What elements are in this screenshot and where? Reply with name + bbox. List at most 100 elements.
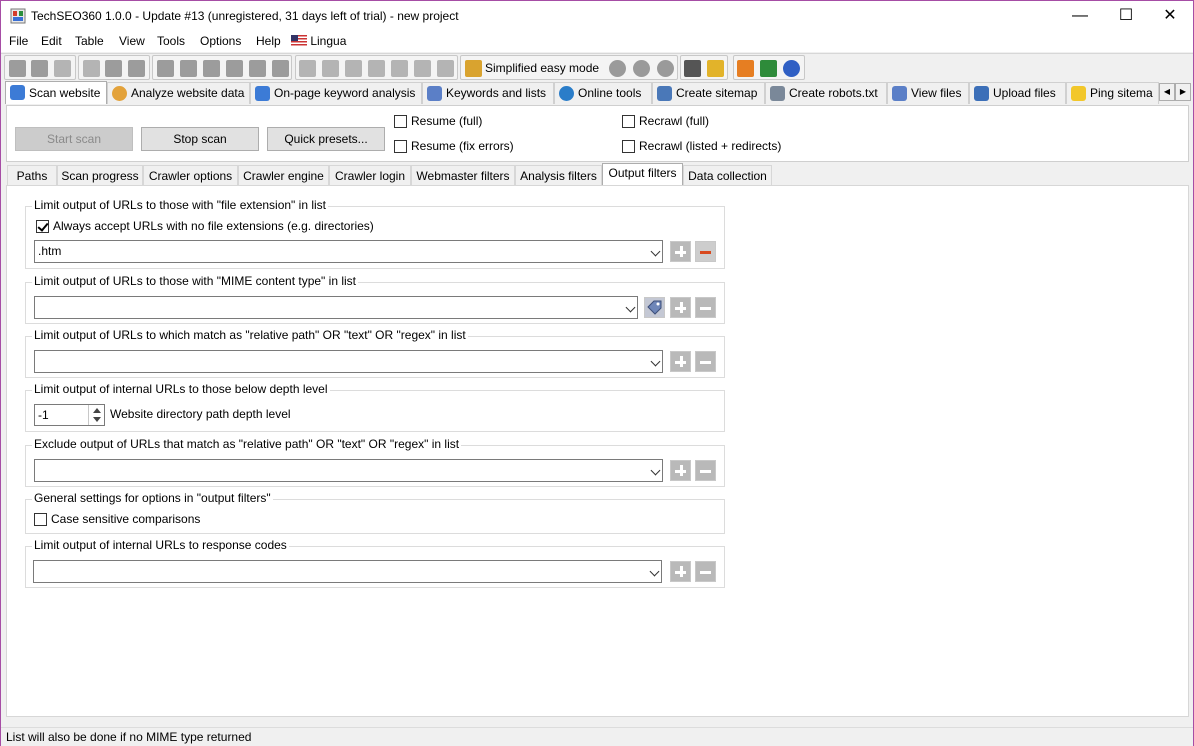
cut-icon[interactable] [157,60,174,77]
subtab-scan-progress[interactable]: Scan progress [57,165,143,186]
subtab-analysis-filters[interactable]: Analysis filters [515,165,602,186]
subtab-crawler-options[interactable]: Crawler options [143,165,238,186]
subtab-crawler-engine[interactable]: Crawler engine [238,165,329,186]
find-icon[interactable] [249,60,266,77]
new-icon[interactable] [9,60,26,77]
settings-icon[interactable] [105,60,122,77]
checkbox[interactable] [34,513,47,526]
undo-icon[interactable] [226,60,243,77]
tab-ping-sitemap[interactable]: Ping sitema [1066,82,1159,104]
tab-scan-website[interactable]: Scan website [5,81,107,104]
tab-create-sitemap[interactable]: Create sitemap [652,82,765,104]
find-next-icon[interactable] [272,60,289,77]
maximize-button[interactable]: ☐ [1103,1,1149,31]
tree-expand-icon[interactable] [322,60,339,77]
copy-project-icon[interactable] [83,60,100,77]
exclude-combo[interactable] [34,459,663,482]
subtab-data-collection[interactable]: Data collection [683,165,772,186]
minimize-button[interactable]: — [1057,1,1103,31]
checkbox[interactable] [394,140,407,153]
chevron-down-icon[interactable] [650,246,661,257]
share-icon[interactable] [760,60,777,77]
tree-sort-icon[interactable] [437,60,454,77]
tree-collapse-icon[interactable] [299,60,316,77]
subtab-paths[interactable]: Paths [7,165,57,186]
toolbar-group-mode: Simplified easy mode [460,55,678,80]
add-response-code-button[interactable] [670,561,691,582]
remove-response-code-button[interactable] [695,561,716,582]
app-window: TechSEO360 1.0.0 - Update #13 (unregiste… [0,0,1194,746]
depth-level-spinner[interactable]: -1 [34,404,105,426]
copy-icon[interactable] [180,60,197,77]
subtab-output-filters[interactable]: Output filters [602,163,683,186]
tree-move-icon[interactable] [368,60,385,77]
paste-icon[interactable] [128,60,145,77]
file-extension-group: Limit output of URLs to those with "file… [25,198,725,269]
tree-select-icon[interactable] [345,60,362,77]
cart-icon[interactable] [684,60,701,77]
stop-scan-button[interactable]: Stop scan [141,127,259,151]
tree-remove-icon[interactable] [414,60,431,77]
mime-type-combo[interactable] [34,296,638,319]
checkbox[interactable] [622,115,635,128]
menu-view[interactable]: View [119,34,145,48]
toolbar-group-tree [295,55,458,80]
wizard-icon[interactable] [465,60,482,77]
spin-down-icon[interactable] [93,417,101,422]
relative-path-combo[interactable] [34,350,663,373]
chevron-down-icon[interactable] [650,356,661,367]
remove-relative-path-button[interactable] [695,351,716,372]
subtab-webmaster-filters[interactable]: Webmaster filters [411,165,515,186]
tab-upload-files[interactable]: Upload files [969,82,1066,104]
response-codes-combo[interactable] [33,560,662,583]
file-extension-combo[interactable]: .htm [34,240,663,263]
add-exclude-button[interactable] [670,460,691,481]
paste-icon[interactable] [203,60,220,77]
menu-table[interactable]: Table [75,34,104,48]
menu-file[interactable]: File [9,34,28,48]
subtab-crawler-login[interactable]: Crawler login [329,165,411,186]
help-icon[interactable] [783,60,800,77]
quick-presets-button[interactable]: Quick presets... [267,127,385,151]
tab-keywords-and-lists[interactable]: Keywords and lists [422,82,554,104]
checkbox[interactable] [36,220,49,233]
tab-keyword-analysis[interactable]: On-page keyword analysis [250,82,422,104]
tab-analyze-website-data[interactable]: Analyze website data [107,82,250,104]
key-icon[interactable] [707,60,724,77]
open-icon[interactable] [31,60,48,77]
tab-online-tools[interactable]: Online tools [554,82,652,104]
tab-create-robots[interactable]: Create robots.txt [765,82,887,104]
menu-help[interactable]: Help [256,34,281,48]
record-icon[interactable] [609,60,626,77]
stop-icon[interactable] [633,60,650,77]
add-file-extension-button[interactable] [670,241,691,262]
tab-view-files[interactable]: View files [887,82,969,104]
tree-add-icon[interactable] [391,60,408,77]
chevron-down-icon[interactable] [625,302,636,313]
refresh-icon[interactable] [657,60,674,77]
chevron-down-icon[interactable] [650,465,661,476]
menu-edit[interactable]: Edit [41,34,62,48]
spin-up-icon[interactable] [93,408,101,413]
simplified-mode-button[interactable]: Simplified easy mode [485,61,599,75]
add-mime-type-button[interactable] [670,297,691,318]
exclude-group: Exclude output of URLs that match as "re… [25,437,725,487]
presets-tag-button[interactable] [644,297,665,318]
menu-options[interactable]: Options [200,34,241,48]
checkbox[interactable] [394,115,407,128]
remove-file-extension-button[interactable] [695,241,716,262]
home-icon[interactable] [737,60,754,77]
save-icon[interactable] [54,60,71,77]
checkbox[interactable] [622,140,635,153]
remove-exclude-button[interactable] [695,460,716,481]
remove-mime-type-button[interactable] [695,297,716,318]
magnifier-icon [10,85,25,100]
start-scan-button[interactable]: Start scan [15,127,133,151]
tab-scroll-left-icon[interactable]: ◀ [1159,83,1175,101]
tab-scroll-right-icon[interactable]: ▶ [1175,83,1191,101]
add-relative-path-button[interactable] [670,351,691,372]
menu-lingua[interactable]: Lingua [291,34,346,48]
close-button[interactable]: ✕ [1147,1,1193,31]
menu-tools[interactable]: Tools [157,34,185,48]
chevron-down-icon[interactable] [649,566,660,577]
